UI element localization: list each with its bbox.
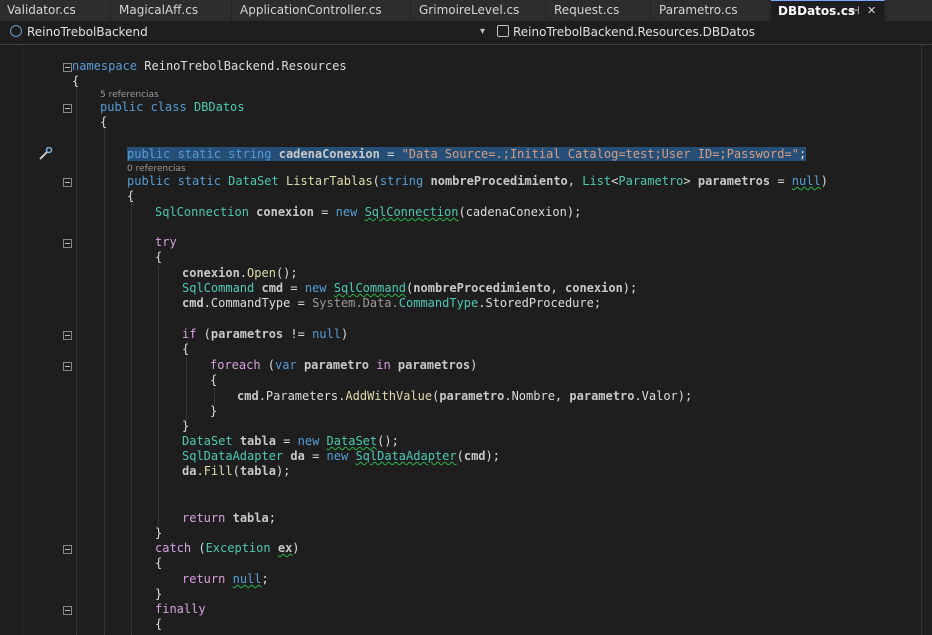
- indent-guide: [214, 388, 215, 405]
- assign-operator: =: [379, 147, 402, 161]
- indent-guide: [104, 128, 105, 635]
- fold-toggle[interactable]: [63, 239, 72, 248]
- code-line: cmd.Parameters.AddWithValue(parametro.No…: [237, 389, 693, 403]
- indent-guide: [76, 83, 77, 635]
- code-line: if (parametros != null): [182, 327, 349, 341]
- code-line: {: [155, 250, 163, 264]
- type-scope-dropdown[interactable]: ReinoTrebolBackend.Resources.DBDatos: [513, 23, 755, 41]
- code-line: {: [72, 74, 80, 88]
- field-name: cadenaConexion: [278, 147, 380, 161]
- tab-validator[interactable]: Validator.cs: [0, 0, 111, 21]
- class-keyword: public class: [100, 100, 187, 114]
- tab-parametro[interactable]: Parametro.cs: [652, 0, 770, 21]
- code-line: }: [182, 419, 190, 433]
- code-line: try: [155, 235, 177, 249]
- vertical-scrollbar[interactable]: [921, 45, 932, 635]
- field-modifiers: public static string: [127, 147, 272, 161]
- tab-magicalaff[interactable]: MagicalAff.cs: [112, 0, 232, 21]
- tab-label: ApplicationController.cs: [240, 3, 382, 17]
- fold-toggle[interactable]: [63, 178, 72, 187]
- chevron-down-icon[interactable]: ▾: [480, 23, 485, 41]
- document-tab-strip: Validator.cs MagicalAff.cs ApplicationCo…: [0, 0, 932, 21]
- code-line: }: [155, 526, 163, 540]
- code-line: public class DBDatos: [100, 100, 245, 115]
- editor-gutter: [0, 45, 22, 635]
- tab-label: DBDatos.cs: [778, 4, 856, 18]
- fold-toggle[interactable]: [63, 606, 72, 615]
- csharp-project-icon: [10, 25, 22, 37]
- code-line-selected: public static string cadenaConexion = "D…: [127, 147, 807, 162]
- code-line: finally: [155, 602, 206, 616]
- connection-string: "Data Source=.;Initial Catalog=test;User…: [401, 147, 799, 161]
- method-reference-count[interactable]: 0 referencias: [127, 164, 186, 174]
- code-line: return null;: [182, 572, 269, 586]
- tab-label: Request.cs: [554, 3, 620, 17]
- navigation-bar: ReinoTrebolBackend ▾ ReinoTrebolBackend.…: [0, 21, 932, 45]
- pin-icon[interactable]: ⊣: [850, 0, 860, 21]
- code-line: }: [155, 587, 163, 601]
- code-line: SqlCommand cmd = new SqlCommand(nombrePr…: [182, 281, 638, 295]
- fold-toggle[interactable]: [63, 104, 72, 113]
- close-icon[interactable]: ✕: [867, 0, 876, 21]
- tab-applicationcontroller[interactable]: ApplicationController.cs: [233, 0, 411, 21]
- statement-end: ;: [798, 147, 807, 161]
- code-line: }: [210, 404, 218, 418]
- code-line: {: [155, 556, 163, 570]
- code-line: SqlConnection conexion = new SqlConnecti…: [155, 205, 582, 219]
- class-reference-count[interactable]: 5 referencias: [100, 90, 159, 100]
- code-line: foreach (var parametro in parametros): [210, 358, 478, 372]
- indent-guide: [186, 358, 187, 421]
- fold-toggle[interactable]: [63, 545, 72, 554]
- tab-label: GrimoireLevel.cs: [419, 3, 520, 17]
- code-line: {: [127, 189, 135, 203]
- gutter-divider: [22, 45, 23, 635]
- code-editor[interactable]: namespace ReinoTrebolBackend.Resources {…: [0, 45, 932, 635]
- screwdriver-icon[interactable]: [38, 147, 54, 161]
- tab-label: Validator.cs: [7, 3, 76, 17]
- namespace-name: ReinoTrebolBackend.Resources: [144, 59, 347, 73]
- code-line: {: [100, 115, 108, 129]
- indent-guide: [158, 266, 159, 531]
- code-line: namespace ReinoTrebolBackend.Resources: [72, 59, 347, 74]
- code-line: catch (Exception ex): [155, 541, 300, 555]
- project-dropdown[interactable]: ReinoTrebolBackend: [27, 23, 148, 41]
- tab-grimoirelevel[interactable]: GrimoireLevel.cs: [412, 0, 546, 21]
- namespace-keyword: namespace: [72, 59, 138, 73]
- fold-toggle[interactable]: [63, 331, 72, 340]
- code-line: conexion.Open();: [182, 266, 298, 280]
- code-line: DataSet tabla = new DataSet();: [182, 434, 399, 448]
- code-line: {: [182, 342, 190, 356]
- code-line: SqlDataAdapter da = new SqlDataAdapter(c…: [182, 449, 500, 463]
- fold-toggle[interactable]: [63, 362, 72, 371]
- code-line: public static DataSet ListarTablas(strin…: [127, 174, 828, 188]
- tab-label: Parametro.cs: [659, 3, 738, 17]
- tab-request[interactable]: Request.cs: [547, 0, 651, 21]
- tab-label: MagicalAff.cs: [119, 3, 199, 17]
- indent-guide: [131, 203, 132, 635]
- code-line: da.Fill(tabla);: [182, 464, 291, 478]
- code-line: return tabla;: [182, 511, 276, 525]
- code-line: {: [155, 617, 163, 631]
- code-line: cmd.CommandType = System.Data.CommandTyp…: [182, 296, 602, 310]
- fold-toggle[interactable]: [63, 63, 72, 72]
- class-name: DBDatos: [193, 100, 245, 114]
- selected-field-declaration[interactable]: public static string cadenaConexion = "D…: [127, 147, 807, 161]
- class-icon: [497, 25, 509, 37]
- code-line: {: [210, 373, 218, 387]
